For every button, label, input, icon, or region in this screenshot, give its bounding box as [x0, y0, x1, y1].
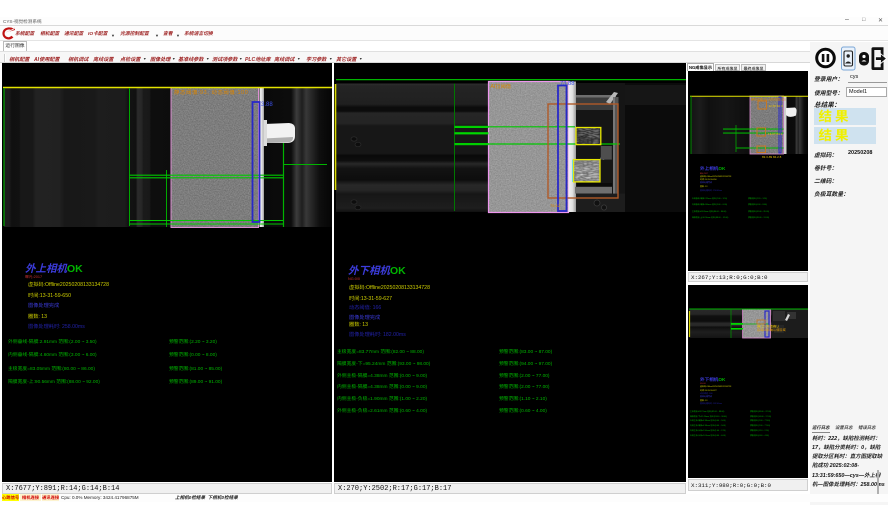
svg-text:3.88: 3.88: [261, 102, 273, 108]
svg-text:区域阈值确认值区域: 区域阈值确认值区域: [757, 328, 786, 332]
svg-text:83.3-89 84.2 8: 83.3-89 84.2 8: [762, 155, 782, 159]
svg-text:AI拉阈值: AI拉阈值: [491, 83, 511, 90]
svg-text:静态阈值:93, 动态阈值:100: 静态阈值:93, 动态阈值:100: [174, 89, 248, 96]
svg-text:75.62: 75.62: [550, 203, 561, 208]
svg-text:13.07 84.1: 13.07 84.1: [768, 132, 783, 136]
svg-text:静态阈值:93,动态阈值:100: 静态阈值:93,动态阈值:100: [751, 98, 786, 102]
svg-text:12.65 84.3: 12.65 84.3: [769, 104, 784, 108]
svg-text:73.88: 73.88: [560, 81, 575, 87]
